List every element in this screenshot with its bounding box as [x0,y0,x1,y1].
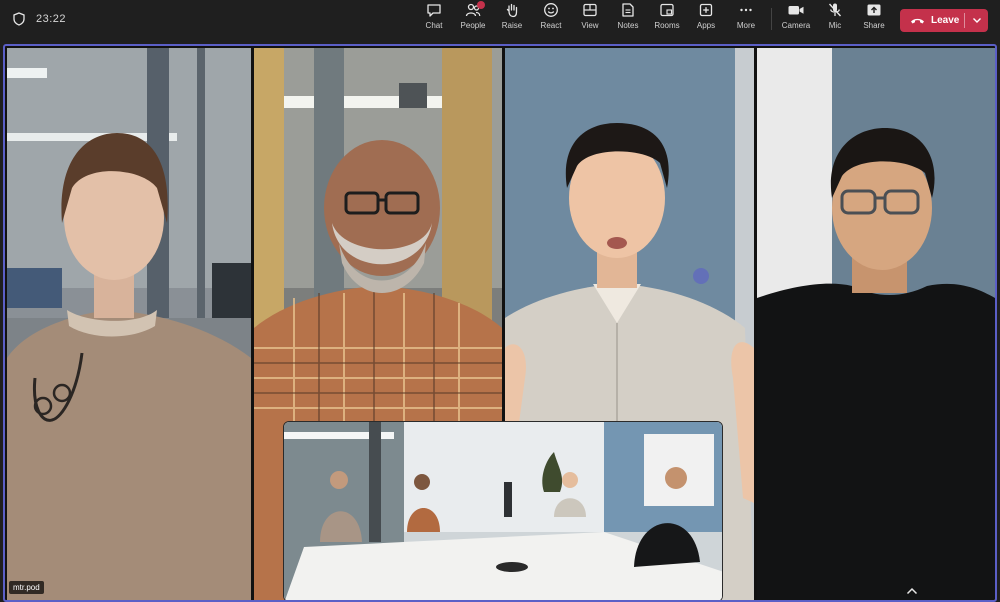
smiley-icon [544,3,558,17]
shield-icon[interactable] [12,11,26,27]
notes-button[interactable]: Notes [608,0,648,34]
video-stage: mtr.pod [3,44,997,602]
view-label: View [581,21,599,30]
meeting-timer: 23:22 [36,13,67,25]
mic-button[interactable]: Mic [815,0,855,34]
chat-button[interactable]: Chat [414,0,454,34]
view-icon [583,3,597,17]
share-screen-icon [867,4,881,16]
people-button[interactable]: People [453,0,493,34]
leave-button-group: Leave [900,9,988,32]
participant-name-label: mtr.pod [9,581,44,594]
people-notification-badge [477,1,485,9]
people-label: People [460,21,486,30]
rooms-button[interactable]: Rooms [647,0,687,34]
notes-icon [622,3,634,17]
leave-options-dropdown[interactable] [965,9,988,32]
notes-label: Notes [617,21,639,30]
room-camera-overlay[interactable] [283,421,723,600]
apps-label: Apps [696,21,716,30]
mic-muted-icon [828,3,842,17]
apps-button[interactable]: Apps [686,0,726,34]
video-tile-participant-4[interactable] [757,48,995,600]
leave-label: Leave [931,15,960,26]
raise-hand-button[interactable]: Raise [492,0,532,34]
share-button[interactable]: Share [854,0,894,34]
view-button[interactable]: View [570,0,610,34]
video-tile-participant-1[interactable] [7,48,251,600]
meeting-info: 23:22 [12,11,66,27]
more-label: More [736,21,756,30]
chat-icon [427,4,441,17]
expand-gallery-button[interactable] [901,583,923,599]
phone-hangup-icon [911,18,924,23]
chat-label: Chat [425,21,443,30]
share-label: Share [863,21,885,30]
camera-label: Camera [781,21,811,30]
chevron-up-icon [906,587,918,595]
apps-icon [699,3,713,17]
rooms-label: Rooms [654,21,680,30]
camera-button[interactable]: Camera [776,0,816,34]
chevron-down-icon [972,18,981,23]
raise-label: Raise [501,21,523,30]
camera-icon [788,6,804,15]
leave-button[interactable]: Leave [900,9,964,32]
breakout-rooms-icon [660,3,674,17]
toolbar-divider [771,8,772,30]
react-label: React [540,21,562,30]
more-button[interactable]: More [726,0,766,34]
mic-label: Mic [828,21,842,30]
meeting-top-bar: 23:22 Chat People Raise React View Notes… [0,0,1000,42]
hand-icon [506,3,518,18]
ellipsis-icon [740,8,752,12]
react-button[interactable]: React [531,0,571,34]
